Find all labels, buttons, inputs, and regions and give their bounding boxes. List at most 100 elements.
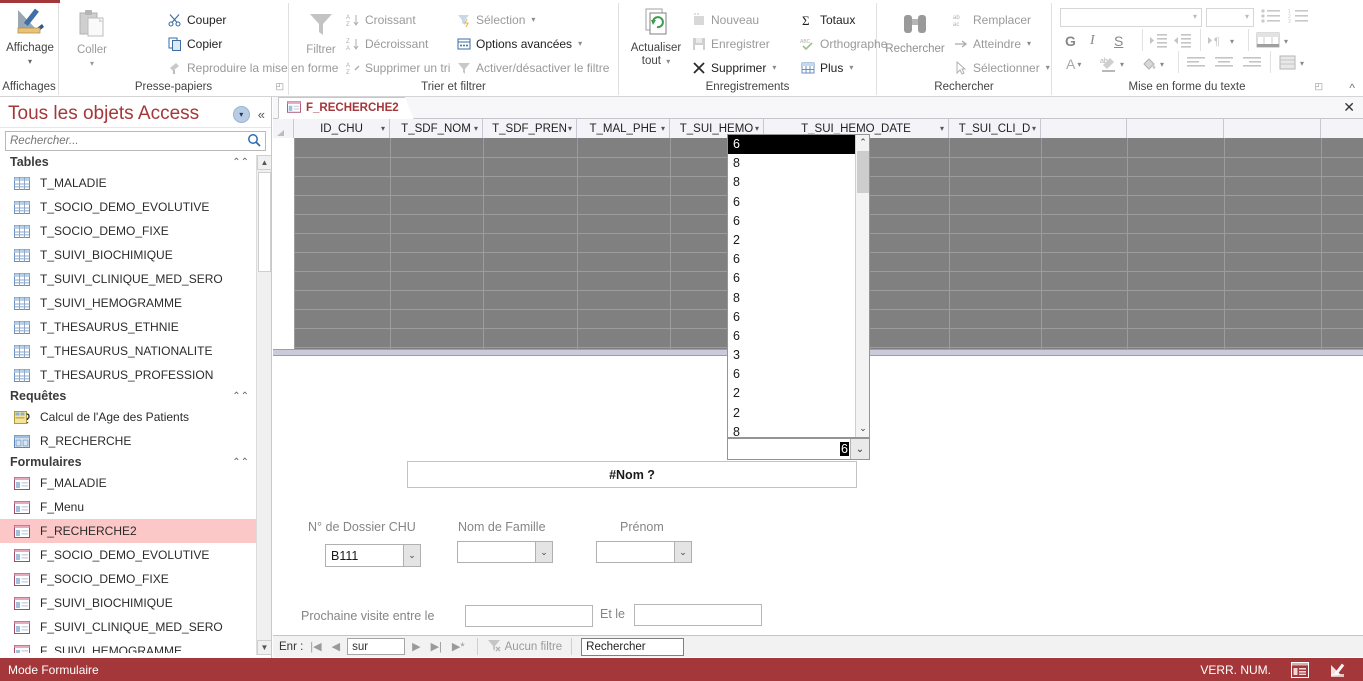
document-tab-f-recherche2[interactable]: F_RECHERCHE2 [278, 97, 414, 119]
mise-en-forme-dialog-launcher-icon[interactable]: ◰ [1314, 81, 1323, 92]
dropdown-item[interactable]: 6 [728, 365, 869, 384]
chevron-down-icon[interactable]: ▾ [1300, 59, 1304, 68]
dropdown-item[interactable]: 3 [728, 346, 869, 365]
chevron-down-icon[interactable]: ▾ [1284, 37, 1288, 46]
increase-indent-button[interactable] [1150, 33, 1168, 52]
italic-button[interactable]: I [1090, 33, 1095, 49]
chevron-down-icon[interactable]: ▾ [381, 124, 385, 133]
text-direction-button[interactable]: ¶ ▾ [1208, 33, 1234, 49]
nav-item-t-suivi-hemogramme[interactable]: T_SUIVI_HEMOGRAMME [0, 291, 271, 315]
supprimer-button[interactable]: Supprimer ▾ [691, 60, 776, 76]
column-header-t-sdf-nom[interactable]: T_SDF_NOM ▾ [390, 119, 483, 138]
select-all-corner[interactable] [273, 119, 294, 138]
dropdown-item[interactable]: 8 [728, 423, 869, 437]
previous-record-button[interactable]: ◀ [329, 640, 343, 653]
nav-scroll-thumb[interactable] [258, 172, 271, 272]
gridlines-button[interactable]: ▾ [1256, 31, 1288, 51]
nav-item-f-suivi-clinique-med-sero[interactable]: F_SUIVI_CLINIQUE_MED_SERO [0, 615, 271, 639]
nav-item-f-maladie[interactable]: F_MALADIE [0, 471, 271, 495]
dropdown-item[interactable]: 2 [728, 384, 869, 403]
dropdown-item[interactable]: 6 [728, 269, 869, 288]
combobox-nom-famille[interactable]: ⌄ [457, 541, 553, 563]
dropdown-scroll-thumb[interactable] [857, 151, 869, 193]
nav-pane-scrollbar[interactable]: ▲ ▼ [256, 155, 271, 655]
dropdown-item[interactable]: 6 [728, 327, 869, 346]
column-header-id-chu[interactable]: ID_CHU ▾ [294, 119, 390, 138]
form-title-textbox[interactable]: #Nom ? [407, 461, 857, 488]
nav-item-t-socio-demo-evolutive[interactable]: T_SOCIO_DEMO_EVOLUTIVE [0, 195, 271, 219]
chevron-down-icon[interactable]: ▾ [1120, 60, 1124, 69]
chevron-down-icon[interactable]: ⌄ [403, 545, 420, 566]
numbered-list-button[interactable]: 123 [1288, 7, 1310, 30]
shutter-bar-collapse-icon[interactable]: « [258, 107, 265, 122]
options-avancees-button[interactable]: Options avancées ▾ [456, 36, 582, 52]
last-record-button[interactable]: ▶| [428, 640, 445, 653]
column-header-t-sdf-prenom[interactable]: T_SDF_PREN ▾ [483, 119, 577, 138]
scroll-up-icon[interactable]: ▲ [257, 155, 271, 170]
nav-item-f-socio-demo-evolutive[interactable]: F_SOCIO_DEMO_EVOLUTIVE [0, 543, 271, 567]
highlight-color-button[interactable]: ab ▾ [1100, 55, 1124, 73]
filter-status[interactable]: Aucun filtre [487, 639, 562, 655]
dropdown-item[interactable]: 6 [728, 212, 869, 231]
chevron-down-icon[interactable]: ▾ [4, 55, 56, 68]
presse-papiers-dialog-launcher-icon[interactable]: ◰ [275, 81, 284, 92]
dropdown-item[interactable]: 8 [728, 173, 869, 192]
nav-item-t-socio-demo-fixe[interactable]: T_SOCIO_DEMO_FIXE [0, 219, 271, 243]
chevron-up-icon[interactable]: ⌃⌃ [232, 457, 249, 468]
nav-item-f-socio-demo-fixe[interactable]: F_SOCIO_DEMO_FIXE [0, 567, 271, 591]
chevron-down-icon[interactable]: ⌄ [535, 542, 552, 562]
align-left-button[interactable] [1186, 56, 1206, 73]
next-record-button[interactable]: ▶ [409, 640, 423, 653]
chevron-down-icon[interactable]: ▾ [1245, 12, 1249, 21]
column-header-blank-4[interactable] [1321, 119, 1363, 138]
collapse-ribbon-button[interactable]: ^ [1349, 81, 1355, 95]
dropdown-item[interactable]: 6 [728, 250, 869, 269]
dropdown-item[interactable]: 8 [728, 154, 869, 173]
underline-button[interactable]: S [1114, 33, 1123, 49]
bold-button[interactable]: G [1065, 33, 1076, 49]
totaux-button[interactable]: Σ Totaux [800, 12, 855, 28]
chevron-down-icon[interactable]: ▾ [772, 61, 776, 75]
chevron-down-icon[interactable]: ▾ [666, 57, 670, 66]
record-number-input[interactable]: sur [347, 638, 406, 655]
nav-item-t-maladie[interactable]: T_MALADIE [0, 171, 271, 195]
nav-item-f-recherche2[interactable]: F_RECHERCHE2 [0, 519, 271, 543]
column-header-blank-3[interactable] [1224, 119, 1321, 138]
nav-item-t-suivi-clinique-med-sero[interactable]: T_SUIVI_CLINIQUE_MED_SERO [0, 267, 271, 291]
nav-object-list[interactable]: Tables ⌃⌃ T_MALADIE T_SOCIO_DEMO_EVOLUTI… [0, 153, 271, 653]
chevron-down-icon[interactable]: ▾ [1230, 37, 1234, 46]
chevron-down-icon[interactable]: ▾ [568, 124, 572, 133]
nav-item-f-menu[interactable]: F_Menu [0, 495, 271, 519]
chevron-down-icon[interactable]: ▾ [940, 124, 944, 133]
close-icon[interactable]: ✕ [1343, 99, 1355, 115]
dropdown-item[interactable]: 2 [728, 404, 869, 423]
fill-color-button[interactable]: ▾ [1140, 55, 1164, 73]
rechercher-button[interactable]: Rechercher [883, 11, 947, 56]
combobox-dropdown-list[interactable]: 6 8 8 6 6 2 6 6 8 6 6 3 6 2 2 8 ⌃ ⌄ [727, 134, 870, 438]
nav-item-calcul-age-patients[interactable]: Calcul de l'Age des Patients [0, 405, 271, 429]
chevron-down-icon[interactable]: ▾ [531, 13, 535, 27]
chevron-up-icon[interactable]: ⌃⌃ [232, 391, 249, 402]
chevron-down-icon[interactable]: ▾ [474, 124, 478, 133]
plus-button[interactable]: Plus ▾ [800, 60, 853, 76]
textbox-visite-fin[interactable] [634, 604, 762, 626]
chevron-down-icon[interactable]: ▾ [578, 37, 582, 51]
font-name-combo[interactable]: ▾ [1060, 8, 1202, 27]
design-view-icon[interactable] [1329, 662, 1349, 678]
bullet-list-button[interactable] [1260, 7, 1282, 30]
chevron-down-icon[interactable]: ▾ [661, 124, 665, 133]
dropdown-item[interactable]: 6 [728, 135, 869, 155]
dropdown-scrollbar[interactable]: ⌃ ⌄ [855, 135, 869, 437]
chevron-down-icon[interactable]: ▾ [755, 124, 759, 133]
new-record-button[interactable]: ▶* [449, 640, 468, 653]
dropdown-item[interactable]: 8 [728, 289, 869, 308]
chevron-down-icon[interactable]: ▾ [1160, 60, 1164, 69]
nav-item-f-suivi-biochimique[interactable]: F_SUIVI_BIOCHIMIQUE [0, 591, 271, 615]
combobox-dossier-chu[interactable]: B111 ⌄ [325, 544, 421, 567]
chevron-down-icon[interactable]: ▾ [1027, 37, 1031, 51]
combobox-prenom[interactable]: ⌄ [596, 541, 692, 563]
actualiser-tout-button[interactable]: Actualiser tout ▾ [627, 6, 685, 68]
chevron-down-icon[interactable]: ⌄ [850, 439, 869, 459]
copier-button[interactable]: Copier [167, 36, 222, 52]
chevron-down-icon[interactable]: ⌄ [674, 542, 691, 562]
